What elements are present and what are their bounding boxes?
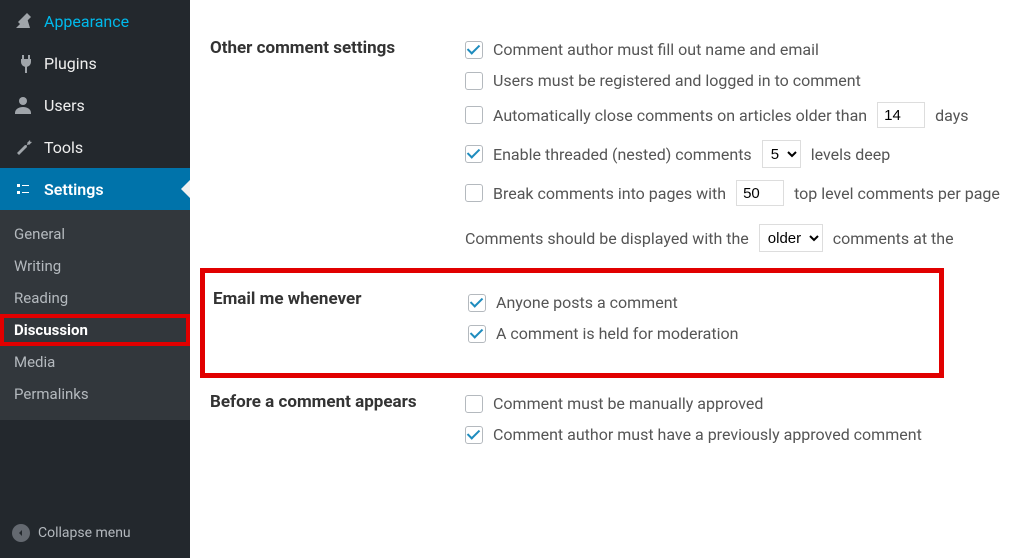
- checkbox-prev-approved[interactable]: [465, 426, 483, 444]
- opt-threaded: Enable threaded (nested) comments 5 leve…: [465, 134, 1024, 174]
- opt-display-order: Comments should be displayed with the ol…: [465, 218, 1024, 258]
- opt-suffix: top level comments per page: [794, 184, 1000, 203]
- appearance-icon: [12, 10, 34, 32]
- input-break-count[interactable]: [736, 180, 784, 206]
- opt-suffix: days: [935, 106, 968, 125]
- submenu-item-reading[interactable]: Reading: [0, 282, 190, 314]
- checkbox-registered[interactable]: [465, 72, 483, 90]
- sidebar-item-tools[interactable]: Tools: [0, 126, 190, 168]
- opt-suffix: levels deep: [811, 145, 891, 164]
- menu-label: Settings: [44, 180, 104, 199]
- opt-label: Automatically close comments on articles…: [493, 106, 867, 125]
- submenu-item-media[interactable]: Media: [0, 346, 190, 378]
- section-title: Email me whenever: [213, 287, 468, 309]
- opt-label: Comment must be manually approved: [493, 394, 763, 413]
- sidebar-item-settings[interactable]: Settings: [0, 168, 190, 210]
- menu-label: Plugins: [44, 54, 97, 73]
- opt-anyone-posts: Anyone posts a comment: [468, 287, 931, 318]
- submenu-item-general[interactable]: General: [0, 218, 190, 250]
- opt-prev-approved: Comment author must have a previously ap…: [465, 419, 1024, 450]
- opt-label: Comment author must fill out name and em…: [493, 40, 819, 59]
- settings-submenu: General Writing Reading Discussion Media…: [0, 210, 190, 420]
- plugins-icon: [12, 52, 34, 74]
- opt-label: Users must be registered and logged in t…: [493, 71, 861, 90]
- settings-content: Other comment settings Comment author mu…: [190, 0, 1024, 558]
- collapse-menu-button[interactable]: Collapse menu: [0, 512, 190, 558]
- checkbox-fill-name[interactable]: [465, 41, 483, 59]
- checkbox-held-moderation[interactable]: [468, 325, 486, 343]
- section-before-appear: Before a comment appears Comment must be…: [210, 378, 1024, 460]
- tools-icon: [12, 136, 34, 158]
- select-display-order[interactable]: older: [759, 224, 823, 252]
- section-other-comment: Other comment settings Comment author mu…: [210, 24, 1024, 268]
- collapse-label: Collapse menu: [38, 525, 131, 541]
- opt-label: Break comments into pages with: [493, 184, 726, 203]
- select-threaded-levels[interactable]: 5: [762, 140, 801, 168]
- admin-sidebar: Appearance Plugins Users Tools Settings: [0, 0, 190, 558]
- section-email-me: Email me whenever Anyone posts a comment…: [213, 277, 931, 359]
- opt-label: Enable threaded (nested) comments: [493, 145, 752, 164]
- checkbox-threaded[interactable]: [465, 145, 483, 163]
- opt-label: Comments should be displayed with the: [465, 229, 749, 248]
- section-title: Before a comment appears: [210, 388, 465, 412]
- opt-suffix: comments at the: [833, 229, 954, 248]
- opt-held-moderation: A comment is held for moderation: [468, 318, 931, 349]
- sidebar-item-appearance[interactable]: Appearance: [0, 0, 190, 42]
- opt-label: Anyone posts a comment: [496, 293, 678, 312]
- sidebar-item-plugins[interactable]: Plugins: [0, 42, 190, 84]
- opt-label: A comment is held for moderation: [496, 324, 738, 343]
- submenu-item-permalinks[interactable]: Permalinks: [0, 378, 190, 410]
- opt-label: Comment author must have a previously ap…: [493, 425, 922, 444]
- input-autoclose-days[interactable]: [877, 102, 925, 128]
- opt-fill-name: Comment author must fill out name and em…: [465, 34, 1024, 65]
- checkbox-break-pages[interactable]: [465, 184, 483, 202]
- menu-label: Tools: [44, 138, 83, 157]
- highlight-email-me: Email me whenever Anyone posts a comment…: [200, 268, 944, 378]
- sidebar-item-users[interactable]: Users: [0, 84, 190, 126]
- opt-registered: Users must be registered and logged in t…: [465, 65, 1024, 96]
- menu-label: Appearance: [44, 12, 129, 31]
- menu-label: Users: [44, 96, 85, 115]
- submenu-item-discussion[interactable]: Discussion: [0, 314, 190, 346]
- submenu-item-writing[interactable]: Writing: [0, 250, 190, 282]
- collapse-arrow-icon: [12, 524, 30, 542]
- opt-break-pages: Break comments into pages with top level…: [465, 174, 1024, 212]
- users-icon: [12, 94, 34, 116]
- opt-manual-approve: Comment must be manually approved: [465, 388, 1024, 419]
- checkbox-manual-approve[interactable]: [465, 395, 483, 413]
- section-title: Other comment settings: [210, 34, 465, 58]
- settings-icon: [12, 178, 34, 200]
- checkbox-autoclose[interactable]: [465, 106, 483, 124]
- opt-autoclose: Automatically close comments on articles…: [465, 96, 1024, 134]
- checkbox-anyone-posts[interactable]: [468, 294, 486, 312]
